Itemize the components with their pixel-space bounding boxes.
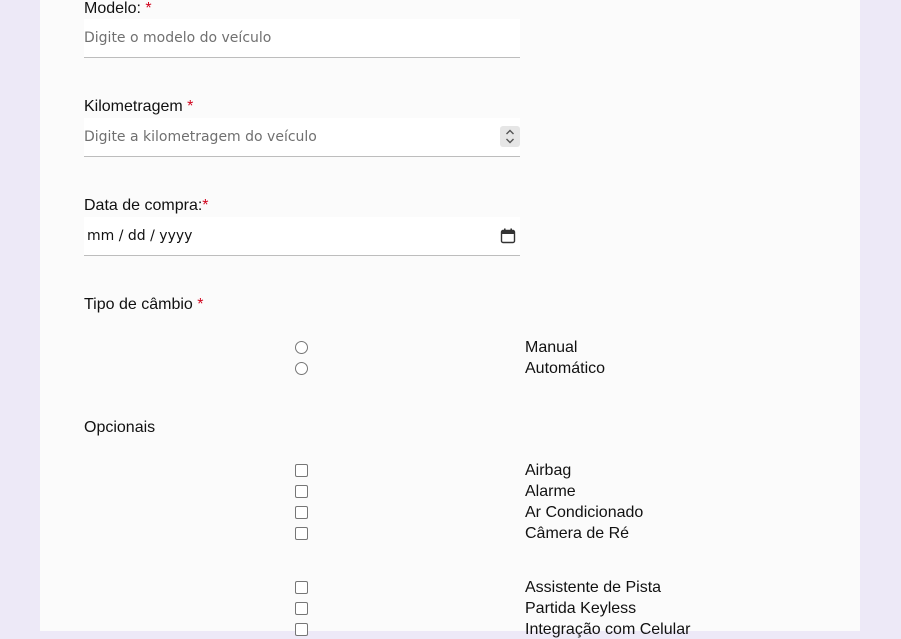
checkbox-integracao-celular[interactable] [295, 623, 308, 636]
cambio-label-text: Tipo de câmbio [84, 296, 198, 313]
data-label: Data de compra:* [84, 197, 209, 215]
required-marker: * [187, 98, 194, 115]
radio-label-automatico: Automático [525, 360, 606, 377]
modelo-label: Modelo: * [84, 0, 152, 18]
number-spinner-icon[interactable] [500, 126, 520, 147]
checkbox-label-partida-keyless: Partida Keyless [525, 600, 637, 617]
required-marker: * [197, 296, 204, 313]
km-input[interactable]: Digite a kilometragem do veículo [84, 118, 520, 157]
checkbox-label-alarme: Alarme [525, 483, 576, 500]
checkbox-alarme[interactable] [295, 485, 308, 498]
km-label: Kilometragem * [84, 98, 193, 116]
modelo-input[interactable]: Digite o modelo do veículo [84, 19, 520, 58]
radio-label-manual: Manual [525, 339, 578, 356]
checkbox-label-camera-re: Câmera de Ré [525, 525, 630, 542]
cambio-label: Tipo de câmbio * [84, 296, 203, 314]
required-marker: * [145, 0, 152, 17]
form-card [40, 0, 860, 631]
km-label-text: Kilometragem [84, 98, 188, 115]
checkbox-assistente-pista[interactable] [295, 581, 308, 594]
date-value: mm / dd / yyyy [87, 228, 193, 244]
opcionais-label: Opcionais [84, 419, 156, 436]
checkbox-label-integracao-celular: Integração com Celular [525, 621, 691, 638]
checkbox-label-ar-condicionado: Ar Condicionado [525, 504, 644, 521]
modelo-label-text: Modelo: [84, 0, 146, 17]
data-compra-input[interactable]: mm / dd / yyyy [84, 217, 520, 256]
calendar-icon[interactable] [500, 228, 516, 249]
checkbox-label-airbag: Airbag [525, 462, 572, 479]
modelo-placeholder: Digite o modelo do veículo [84, 30, 272, 46]
checkbox-ar-condicionado[interactable] [295, 506, 308, 519]
km-placeholder: Digite a kilometragem do veículo [84, 129, 317, 145]
checkbox-label-assistente-pista: Assistente de Pista [525, 579, 662, 596]
checkbox-airbag[interactable] [295, 464, 308, 477]
radio-automatico[interactable] [295, 362, 308, 375]
checkbox-camera-re[interactable] [295, 527, 308, 540]
radio-manual[interactable] [295, 341, 308, 354]
data-label-text: Data de compra: [84, 197, 203, 214]
required-marker: * [202, 197, 209, 214]
checkbox-partida-keyless[interactable] [295, 602, 308, 615]
